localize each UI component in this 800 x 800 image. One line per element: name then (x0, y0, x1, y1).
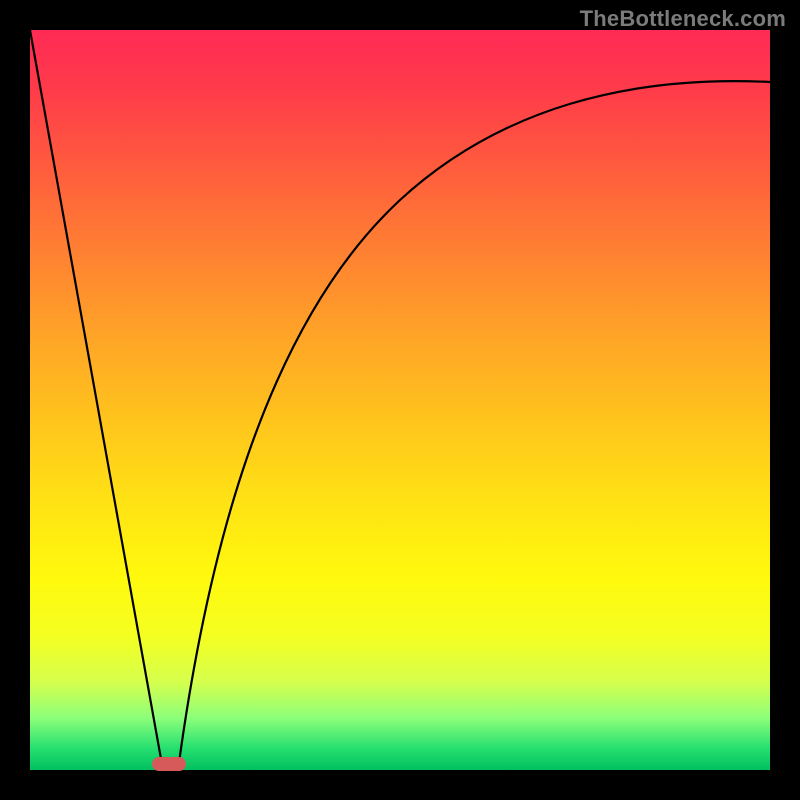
left-slope-line (30, 30, 163, 770)
chart-lines (30, 30, 770, 770)
chart-frame: TheBottleneck.com (0, 0, 800, 800)
target-marker (152, 757, 186, 771)
right-curve-line (178, 81, 770, 770)
plot-area (30, 30, 770, 770)
watermark-text: TheBottleneck.com (580, 6, 786, 32)
